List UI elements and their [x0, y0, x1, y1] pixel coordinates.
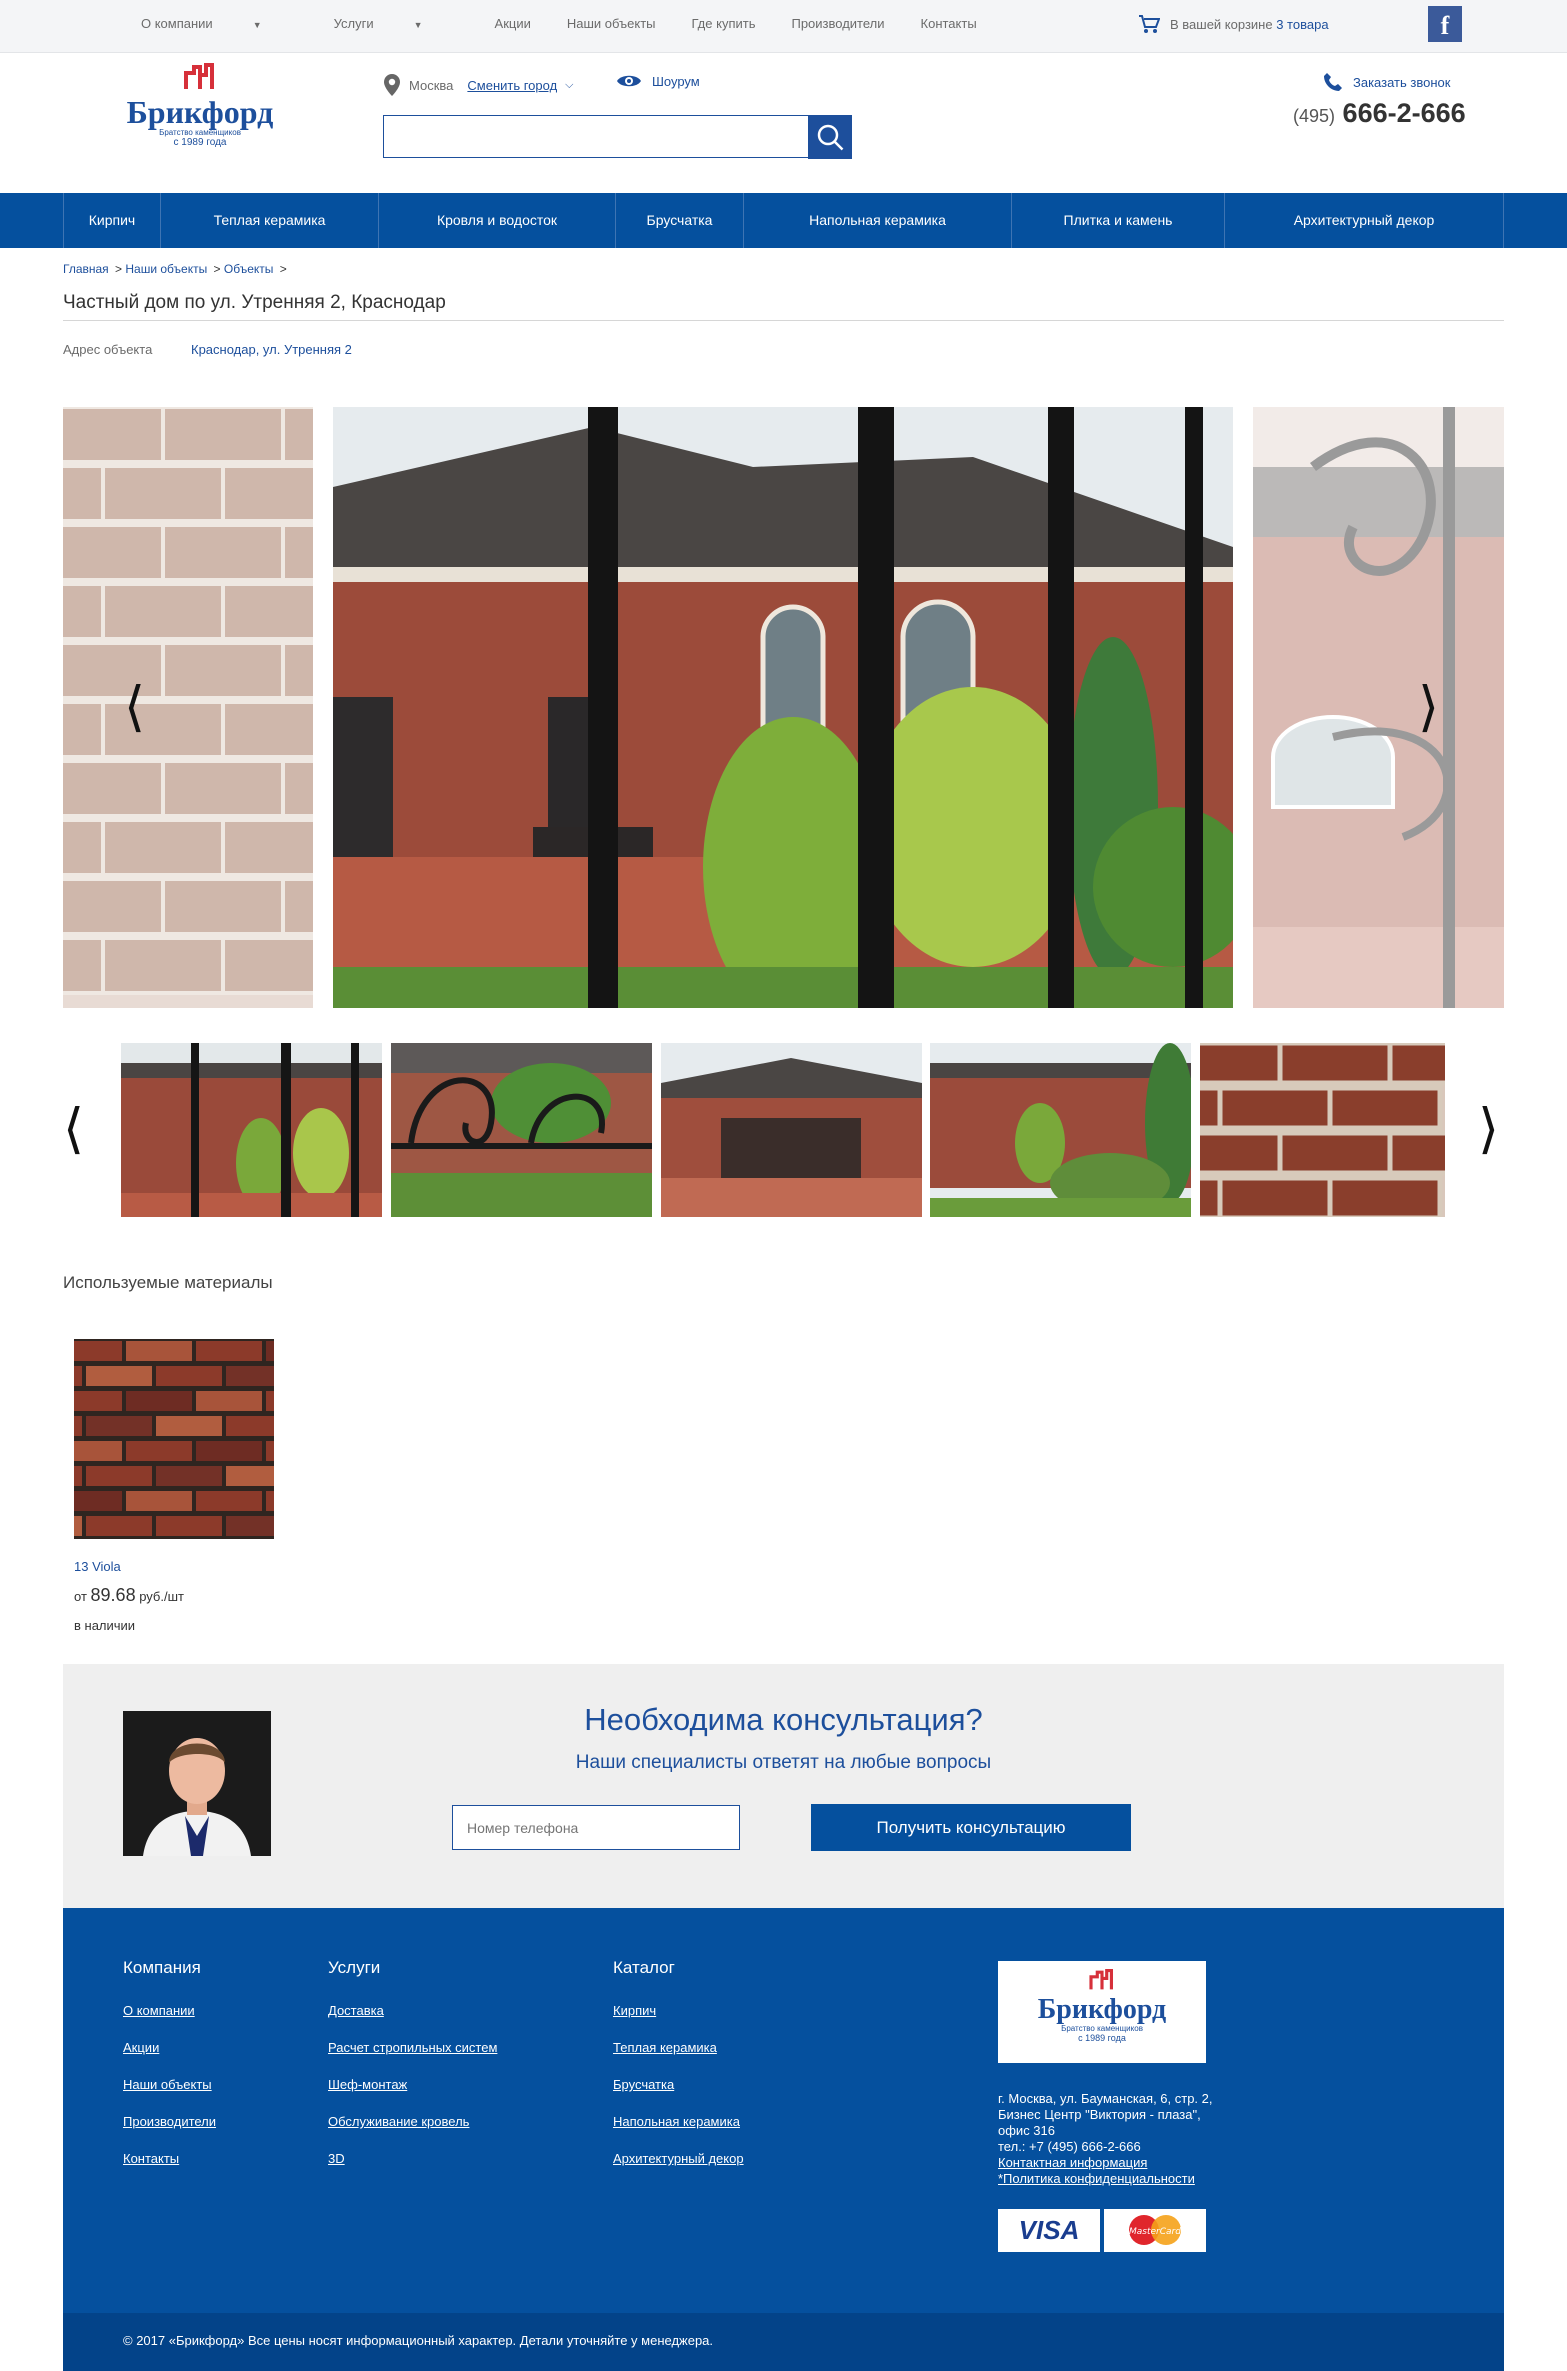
topnav-item-objects[interactable]: Наши объекты [567, 16, 656, 31]
city-selector: Москва Сменить город ⌵ [383, 73, 574, 97]
topnav-item-services[interactable]: Услуги ▼ [334, 16, 459, 31]
callback-link[interactable]: Заказать звонок [1323, 72, 1450, 92]
divider [63, 320, 1504, 321]
topnav-item-where-to-buy[interactable]: Где купить [692, 16, 756, 31]
cart-icon [1139, 15, 1160, 33]
svg-text:MasterCard: MasterCard [1129, 2227, 1181, 2237]
phone-number-input[interactable] [452, 1805, 740, 1850]
category-roofing[interactable]: Кровля и водосток [378, 193, 615, 248]
category-tile-stone[interactable]: Плитка и камень [1011, 193, 1224, 248]
gallery-prev-photo[interactable] [63, 407, 313, 1008]
phone-icon [1324, 73, 1342, 91]
breadcrumb-objects[interactable]: Объекты [224, 262, 274, 276]
logo-mark-icon [184, 63, 214, 89]
contacts-link[interactable]: Контактная информация [998, 2155, 1213, 2171]
chevron-down-icon: ▼ [413, 20, 423, 30]
current-city: Москва [409, 77, 454, 93]
eye-icon [617, 75, 641, 87]
address-label: Адрес объекта [63, 342, 153, 357]
category-nav: Кирпич Теплая керамика Кровля и водосток… [0, 193, 1567, 248]
category-brick[interactable]: Кирпич [63, 193, 160, 248]
footer-link[interactable]: Обслуживание кровель [328, 2114, 497, 2129]
materials-heading: Используемые материалы [63, 1273, 273, 1292]
footer-company-column: Компания О компании Акции Наши объекты П… [123, 1958, 217, 2166]
topnav-item-manufacturers[interactable]: Производители [791, 16, 884, 31]
thumbs-next-arrow[interactable]: ⟩ [1478, 1102, 1499, 1156]
footer-link[interactable]: О компании [123, 2003, 216, 2018]
category-paving[interactable]: Брусчатка [615, 193, 743, 248]
thumbnail-2[interactable] [391, 1043, 652, 1217]
cart-count: 3 товара [1276, 16, 1329, 32]
facebook-icon[interactable]: f [1428, 6, 1462, 42]
topnav-item-promos[interactable]: Акции [495, 16, 531, 31]
footer-link[interactable]: Доставка [328, 2003, 497, 2018]
footer-link[interactable]: Акции [123, 2040, 216, 2055]
material-name-link[interactable]: 13 Viola [74, 1559, 121, 1574]
thumbnail-5[interactable] [1200, 1043, 1445, 1217]
breadcrumb-home[interactable]: Главная [63, 262, 109, 276]
visa-icon: VISA [998, 2209, 1100, 2252]
footer-address: г. Москва, ул. Бауманская, 6, стр. 2, Би… [998, 2091, 1213, 2187]
consultation-section: Необходима консультация? Наши специалист… [63, 1664, 1504, 1908]
footer-link[interactable]: Расчет стропильных систем [328, 2040, 497, 2055]
thumbnail-4[interactable] [930, 1043, 1191, 1217]
showroom-link[interactable]: Шоурум [616, 73, 700, 89]
gallery-prev-arrow[interactable]: ⟨ [124, 680, 145, 734]
footer-link[interactable]: Наши объекты [123, 2077, 216, 2092]
footer-catalog-column: Каталог Кирпич Теплая керамика Брусчатка… [613, 1958, 744, 2166]
header-phone: (495) 666-2-666 [1293, 98, 1466, 128]
page-title: Частный дом по ул. Утренняя 2, Краснодар [63, 292, 446, 313]
category-floor-ceramics[interactable]: Напольная керамика [743, 193, 1011, 248]
top-nav: О компании ▼ Услуги ▼ Акции Наши объекты Г… [141, 16, 1013, 31]
footer-link[interactable]: Теплая керамика [613, 2040, 744, 2055]
footer-link[interactable]: 3D [328, 2151, 497, 2166]
material-stock-status: в наличии [74, 1618, 136, 1633]
cart-link[interactable]: В вашей корзине 3 товара [1138, 14, 1329, 34]
footer-link[interactable]: Шеф-монтаж [328, 2077, 497, 2092]
topnav-item-company[interactable]: О компании ▼ [141, 16, 298, 31]
footer-link[interactable]: Брусчатка [613, 2077, 744, 2092]
search-input[interactable] [383, 115, 852, 158]
footer-link[interactable]: Напольная керамика [613, 2114, 744, 2129]
chevron-down-icon: ▼ [252, 20, 262, 30]
logo[interactable]: Брикфорд Братство каменщиков с 1989 года [120, 63, 280, 148]
change-city-link[interactable]: Сменить город [467, 78, 557, 93]
category-warm-ceramics[interactable]: Теплая керамика [160, 193, 378, 248]
gallery-next-arrow[interactable]: ⟩ [1418, 680, 1439, 734]
category-arch-decor[interactable]: Архитектурный декор [1224, 193, 1504, 248]
mastercard-icon: MasterCard [1104, 2209, 1206, 2252]
consultation-title: Необходима консультация? [584, 1702, 983, 1737]
breadcrumb: Главная > Наши объекты > Объекты > [63, 262, 287, 276]
breadcrumb-our-objects[interactable]: Наши объекты [125, 262, 207, 276]
footer-link[interactable]: Кирпич [613, 2003, 744, 2018]
consultation-subtitle: Наши специалисты ответят на любые вопрос… [575, 1752, 992, 1773]
search-button[interactable] [808, 115, 852, 159]
location-pin-icon [384, 74, 400, 96]
footer-link[interactable]: Производители [123, 2114, 216, 2129]
thumbnail-3[interactable] [661, 1043, 922, 1217]
chevron-down-icon: ⌵ [565, 78, 574, 91]
material-price: от 89.68 руб./шт [74, 1585, 184, 1605]
thumbs-prev-arrow[interactable]: ⟨ [63, 1102, 84, 1156]
footer-logo[interactable]: Брикфорд Братство каменщиков с 1989 года [998, 1961, 1206, 2063]
copyright-text: © 2017 «Брикфорд» Все цены носят информа… [123, 2333, 714, 2348]
search-icon [817, 124, 844, 151]
material-image[interactable] [74, 1339, 274, 1539]
privacy-policy-link[interactable]: *Политика конфиденциальности [998, 2171, 1213, 2187]
top-bar: О компании ▼ Услуги ▼ Акции Наши объекты Г… [0, 0, 1567, 53]
address-link[interactable]: Краснодар, ул. Утренняя 2 [191, 342, 352, 357]
thumbnail-1[interactable] [121, 1043, 382, 1217]
gallery-next-photo[interactable] [1253, 407, 1504, 1008]
footer-bottom-bar: © 2017 «Брикфорд» Все цены носят информа… [63, 2313, 1504, 2371]
get-consultation-button[interactable]: Получить консультацию [811, 1804, 1131, 1851]
footer: Компания О компании Акции Наши объекты П… [63, 1908, 1504, 2313]
logo-mark-icon [1089, 1969, 1113, 1990]
footer-services-column: Услуги Доставка Расчет стропильных систе… [328, 1958, 498, 2166]
footer-link[interactable]: Архитектурный декор [613, 2151, 744, 2166]
footer-link[interactable]: Контакты [123, 2151, 216, 2166]
gallery-main-photo[interactable] [333, 407, 1233, 1008]
topnav-item-contacts[interactable]: Контакты [921, 16, 977, 31]
